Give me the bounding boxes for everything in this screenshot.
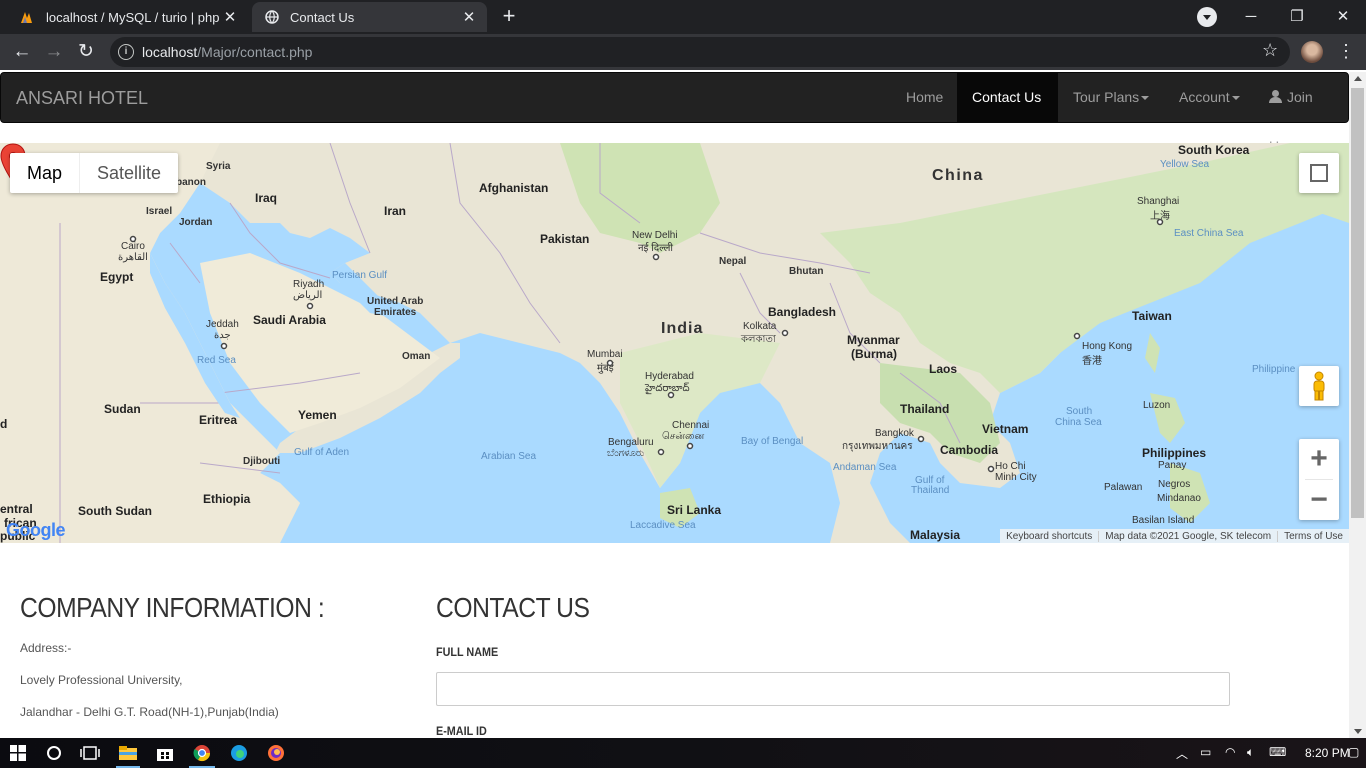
- contact-us-title: CONTACT US: [436, 592, 590, 623]
- zoom-control: + −: [1299, 439, 1339, 520]
- brand-logo[interactable]: ANSARI HOTEL: [16, 88, 148, 109]
- map-attribution: Keyboard shortcuts Map data ©2021 Google…: [1000, 529, 1349, 543]
- chrome-icon[interactable]: [192, 743, 212, 763]
- keyboard-shortcuts-link[interactable]: Keyboard shortcuts: [1000, 531, 1098, 542]
- minimize-button[interactable]: ─: [1228, 0, 1274, 32]
- windows-start-icon[interactable]: [8, 743, 28, 763]
- map-type-satellite-button[interactable]: Satellite: [79, 153, 178, 193]
- tab-phpmyadmin[interactable]: localhost / MySQL / turio | phpMyAdmin ✕: [8, 2, 248, 32]
- nav-tour-plans[interactable]: Tour Plans: [1058, 73, 1164, 122]
- fullscreen-icon: [1318, 172, 1328, 182]
- clock-time[interactable]: 8:20 PM: [1305, 746, 1350, 760]
- street-view-pegman-button[interactable]: [1299, 366, 1339, 406]
- tab-contact-us[interactable]: Contact Us ✕: [252, 2, 487, 32]
- profile-avatar[interactable]: [1301, 41, 1323, 63]
- windows-taskbar: ︿ ▭ ◠ 🔈︎ ⌨︎ 8:20 PM ▢: [0, 738, 1366, 768]
- store-icon[interactable]: [155, 743, 175, 763]
- info-icon[interactable]: i: [118, 44, 134, 60]
- scroll-up-icon[interactable]: [1354, 76, 1362, 81]
- globe-icon: [264, 9, 280, 25]
- reload-icon[interactable]: ↻: [74, 40, 98, 64]
- full-name-label: FULL NAME: [436, 645, 499, 659]
- close-tab-icon[interactable]: ✕: [459, 8, 479, 26]
- scroll-thumb[interactable]: [1351, 88, 1364, 518]
- new-tab-button[interactable]: +: [497, 5, 521, 29]
- nav-contact-us[interactable]: Contact Us: [957, 73, 1058, 122]
- address-label: Address:-: [20, 641, 72, 655]
- google-logo-text: Google: [6, 520, 66, 540]
- file-explorer-icon[interactable]: [118, 743, 138, 763]
- caret-down-icon: [1231, 96, 1240, 101]
- nav-join-us[interactable]: Join Us: [1254, 73, 1348, 154]
- url-text[interactable]: localhost/Major/contact.php: [142, 44, 312, 60]
- phpmyadmin-icon: [20, 9, 36, 25]
- address-bar[interactable]: i localhost/Major/contact.php: [110, 37, 1290, 67]
- google-logo: Google: [6, 520, 66, 541]
- firefox-icon[interactable]: [266, 743, 286, 763]
- map-type-map-button[interactable]: Map: [10, 153, 79, 193]
- scroll-down-icon[interactable]: [1354, 729, 1362, 734]
- back-icon[interactable]: ←: [10, 40, 34, 64]
- user-icon: [1269, 90, 1282, 103]
- zoom-in-button[interactable]: +: [1299, 439, 1339, 479]
- company-info-title: COMPANY INFORMATION :: [20, 592, 325, 623]
- nav-home[interactable]: Home: [891, 73, 958, 122]
- tab-title: Contact Us: [290, 9, 355, 25]
- restore-button[interactable]: ❐: [1274, 0, 1320, 32]
- page-scrollbar[interactable]: [1349, 72, 1366, 738]
- language-icon[interactable]: ⌨︎: [1269, 745, 1286, 759]
- battery-icon[interactable]: ▭: [1200, 745, 1211, 759]
- site-navbar: ANSARI HOTEL Home Contact Us Tour Plans …: [0, 72, 1349, 154]
- edge-icon[interactable]: [229, 743, 249, 763]
- browser-toolbar: ← → ↻ i localhost/Major/contact.php: [0, 34, 1366, 70]
- nav-account[interactable]: Account: [1164, 73, 1255, 122]
- caret-down-icon: [1141, 96, 1150, 101]
- tab-title: localhost / MySQL / turio | phpMyAdmin: [46, 9, 220, 25]
- menu-kebab-icon[interactable]: ⋮: [1337, 40, 1355, 62]
- email-label: E-MAIL ID: [436, 724, 487, 738]
- chevron-up-icon[interactable]: ︿: [1176, 745, 1188, 762]
- task-view-icon[interactable]: [80, 743, 100, 763]
- zoom-out-button[interactable]: −: [1299, 480, 1339, 520]
- bookmark-star-icon[interactable]: ☆: [1262, 40, 1278, 61]
- pegman-icon: [1313, 371, 1325, 401]
- map-labels: China South Korea Yellow Sea Shanghai 上海…: [0, 143, 1349, 543]
- close-window-button[interactable]: ✕: [1320, 0, 1366, 32]
- nav-account-label: Account: [1179, 89, 1230, 105]
- close-tab-icon[interactable]: ✕: [220, 8, 240, 26]
- full-name-input[interactable]: [436, 672, 1230, 706]
- fullscreen-button[interactable]: [1299, 153, 1339, 193]
- nav-tour-plans-label: Tour Plans: [1073, 89, 1140, 105]
- google-map[interactable]: China South Korea Yellow Sea Shanghai 上海…: [0, 143, 1349, 543]
- map-data-text: Map data ©2021 Google, SK telecom: [1098, 530, 1277, 542]
- notification-icon[interactable]: ▢: [1348, 745, 1359, 759]
- address-line-2: Jalandhar - Delhi G.T. Road(NH-1),Punjab…: [20, 705, 279, 719]
- search-circle-icon[interactable]: [44, 743, 64, 763]
- volume-icon[interactable]: 🔈︎: [1247, 745, 1254, 760]
- forward-icon[interactable]: →: [42, 40, 66, 64]
- tab-search-icon[interactable]: [1197, 7, 1217, 27]
- wifi-icon[interactable]: ◠: [1225, 745, 1235, 759]
- terms-of-use-link[interactable]: Terms of Use: [1277, 530, 1349, 542]
- address-line-1: Lovely Professional University,: [20, 673, 183, 687]
- browser-tab-strip: localhost / MySQL / turio | phpMyAdmin ✕…: [0, 0, 1366, 34]
- city-dots: [129, 218, 1164, 473]
- map-type-control: Map Satellite: [10, 153, 179, 193]
